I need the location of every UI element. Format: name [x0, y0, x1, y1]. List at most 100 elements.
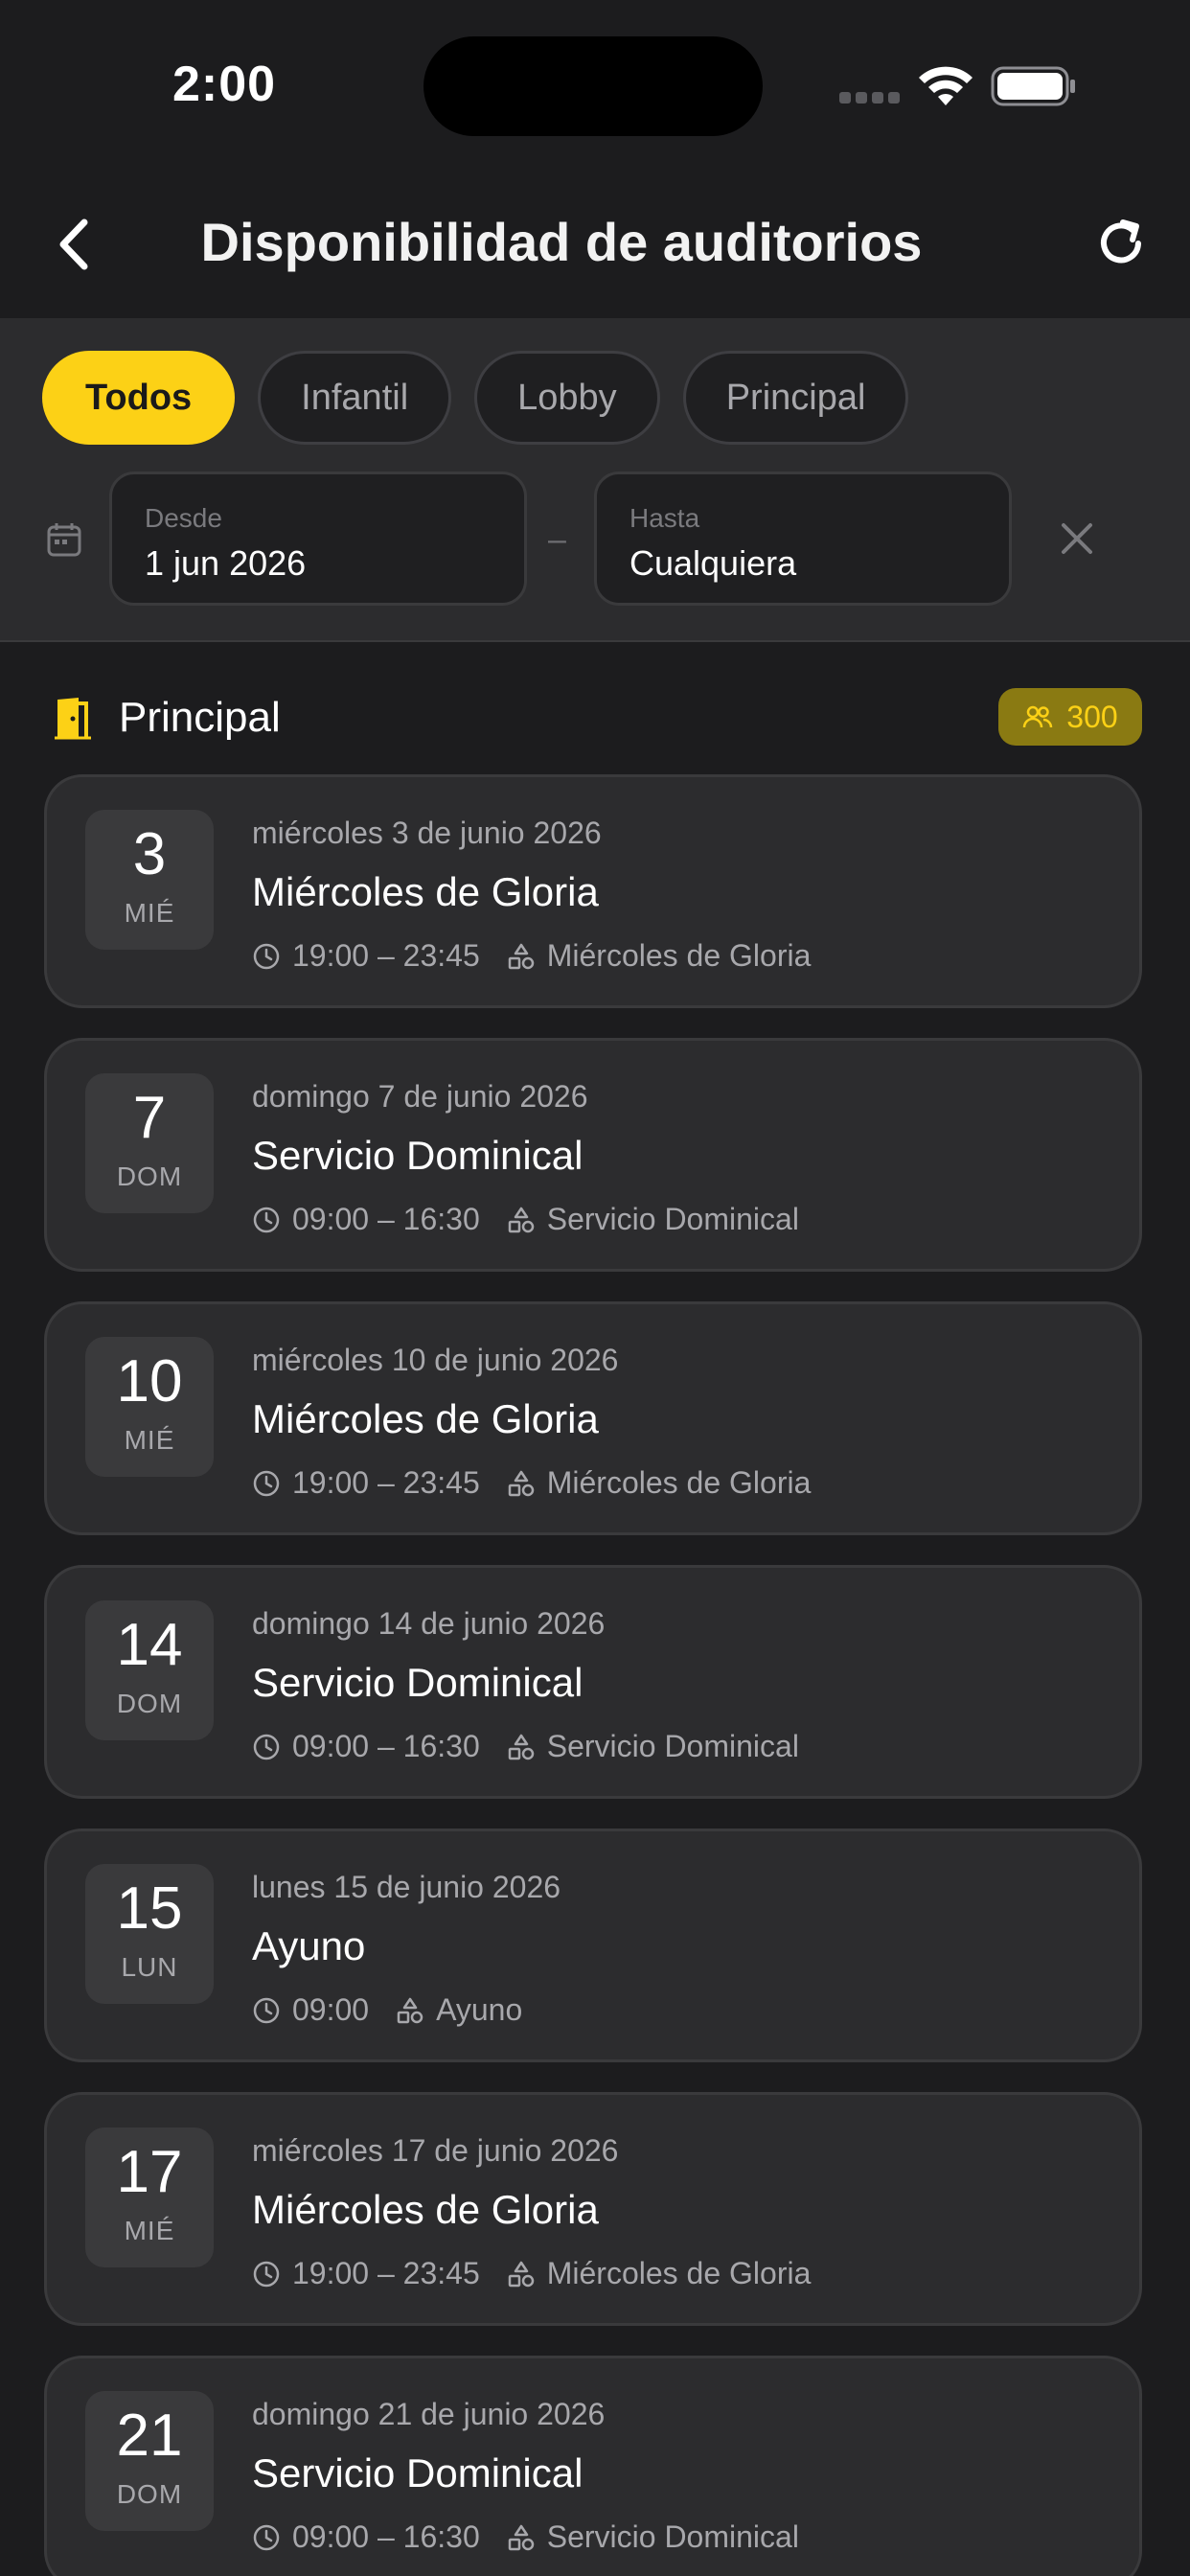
event-title: Miércoles de Gloria — [252, 1396, 599, 1441]
event-card[interactable]: 15 LUN lunes 15 de junio 2026 Ayuno 09:0… — [44, 1828, 1142, 2062]
chip-principal[interactable]: Principal — [682, 351, 909, 445]
day-number: 17 — [116, 2139, 183, 2205]
day-of-week: LUN — [121, 1952, 178, 1982]
clock-icon — [253, 1734, 280, 1760]
to-date-value: Cualquiera — [629, 543, 797, 583]
event-title: Servicio Dominical — [252, 1133, 584, 1178]
day-badge: 21 DOM — [85, 2391, 214, 2531]
event-category: Miércoles de Gloria — [546, 938, 812, 973]
event-meta: 19:00 – 23:45 Miércoles de Gloria — [252, 2256, 811, 2291]
date-range-separator: – — [548, 521, 566, 558]
event-list: 3 MIÉ miércoles 3 de junio 2026 Miércole… — [44, 774, 1142, 2576]
section-header: Principal 300 — [0, 671, 1190, 767]
event-time: 19:00 – 23:45 — [292, 2256, 480, 2290]
day-badge: 3 MIÉ — [85, 810, 214, 950]
auditorium-chips: Todos Infantil Lobby Principal — [42, 351, 909, 445]
from-date-field[interactable]: Desde 1 jun 2026 — [109, 472, 527, 606]
from-date-value: 1 jun 2026 — [145, 543, 307, 583]
clear-dates-button[interactable] — [1058, 519, 1096, 558]
event-card[interactable]: 7 DOM domingo 7 de junio 2026 Servicio D… — [44, 1038, 1142, 1272]
clock-icon — [253, 943, 280, 969]
wifi-icon — [919, 66, 973, 105]
chip-todos[interactable]: Todos — [42, 351, 236, 445]
event-category: Servicio Dominical — [546, 2519, 799, 2554]
cellular-signal-icon — [839, 92, 901, 104]
from-date-label: Desde — [145, 503, 222, 533]
event-card[interactable]: 21 DOM domingo 21 de junio 2026 Servicio… — [44, 2356, 1142, 2576]
event-meta: 09:00 – 16:30 Servicio Dominical — [252, 1202, 799, 1237]
day-of-week: MIÉ — [124, 1425, 175, 1455]
day-badge: 15 LUN — [85, 1864, 214, 2004]
event-title: Servicio Dominical — [252, 1660, 584, 1705]
door-icon — [55, 698, 91, 740]
event-card[interactable]: 3 MIÉ miércoles 3 de junio 2026 Miércole… — [44, 774, 1142, 1008]
clock-icon — [253, 2261, 280, 2287]
battery-icon — [991, 66, 1075, 106]
event-title: Servicio Dominical — [252, 2450, 584, 2496]
day-of-week: MIÉ — [124, 2216, 175, 2245]
section-title: Principal — [119, 694, 281, 741]
day-of-week: MIÉ — [124, 898, 175, 928]
day-of-week: DOM — [116, 1162, 183, 1191]
event-title: Miércoles de Gloria — [252, 869, 599, 914]
day-number: 10 — [116, 1348, 183, 1414]
day-of-week: DOM — [116, 1689, 183, 1718]
event-category: Servicio Dominical — [546, 1202, 799, 1236]
shapes-icon — [508, 1470, 534, 1496]
clock-icon — [253, 2524, 280, 2550]
capacity-badge: 300 — [998, 688, 1142, 746]
event-time: 09:00 – 16:30 — [292, 1729, 480, 1763]
event-category: Servicio Dominical — [546, 1729, 799, 1763]
day-of-week: DOM — [116, 2479, 183, 2509]
event-time: 09:00 — [292, 1992, 370, 2027]
day-badge: 14 DOM — [85, 1600, 214, 1740]
day-number: 3 — [132, 821, 167, 887]
event-category: Miércoles de Gloria — [546, 2256, 812, 2290]
chip-infantil[interactable]: Infantil — [258, 351, 452, 445]
to-date-field[interactable]: Hasta Cualquiera — [594, 472, 1012, 606]
event-time: 19:00 – 23:45 — [292, 938, 480, 973]
event-card[interactable]: 14 DOM domingo 14 de junio 2026 Servicio… — [44, 1565, 1142, 1799]
shapes-icon — [397, 1997, 423, 2023]
status-bar: 2:00 — [0, 0, 1190, 163]
event-meta: 09:00 Ayuno — [252, 1992, 522, 2028]
day-number: 15 — [116, 1875, 183, 1942]
event-time: 09:00 – 16:30 — [292, 2519, 480, 2554]
event-date: miércoles 17 de junio 2026 — [252, 2133, 619, 2168]
clock-icon — [253, 1997, 280, 2023]
event-title: Miércoles de Gloria — [252, 2187, 599, 2232]
calendar-icon — [47, 523, 81, 557]
status-time: 2:00 — [172, 57, 277, 112]
event-category: Miércoles de Gloria — [546, 1465, 812, 1500]
navigation-bar: Disponibilidad de auditorios — [0, 163, 1190, 318]
event-date: miércoles 10 de junio 2026 — [252, 1343, 619, 1377]
day-badge: 10 MIÉ — [85, 1337, 214, 1477]
event-time: 19:00 – 23:45 — [292, 1465, 480, 1500]
event-meta: 19:00 – 23:45 Miércoles de Gloria — [252, 938, 811, 974]
clock-icon — [253, 1470, 280, 1496]
day-badge: 7 DOM — [85, 1073, 214, 1213]
event-date: domingo 21 de junio 2026 — [252, 2397, 606, 2431]
event-meta: 09:00 – 16:30 Servicio Dominical — [252, 2519, 799, 2555]
event-meta: 09:00 – 16:30 Servicio Dominical — [252, 1729, 799, 1764]
event-category: Ayuno — [436, 1992, 523, 2027]
day-badge: 17 MIÉ — [85, 2128, 214, 2267]
dynamic-island — [423, 36, 763, 136]
event-date: miércoles 3 de junio 2026 — [252, 816, 602, 850]
event-meta: 19:00 – 23:45 Miércoles de Gloria — [252, 1465, 811, 1501]
clock-icon — [253, 1207, 280, 1232]
day-number: 7 — [132, 1085, 167, 1151]
day-number: 14 — [116, 1612, 183, 1678]
page-title: Disponibilidad de auditorios — [200, 212, 923, 272]
refresh-button[interactable] — [1092, 215, 1150, 272]
event-card[interactable]: 17 MIÉ miércoles 17 de junio 2026 Miérco… — [44, 2092, 1142, 2326]
event-title: Ayuno — [252, 1923, 366, 1968]
shapes-icon — [508, 2261, 534, 2287]
chip-lobby[interactable]: Lobby — [474, 351, 660, 445]
day-number: 21 — [116, 2403, 183, 2469]
shapes-icon — [508, 1207, 534, 1232]
capacity-value: 300 — [1066, 699, 1118, 734]
event-date: domingo 14 de junio 2026 — [252, 1606, 606, 1641]
event-card[interactable]: 10 MIÉ miércoles 10 de junio 2026 Miérco… — [44, 1301, 1142, 1535]
event-time: 09:00 – 16:30 — [292, 1202, 480, 1236]
